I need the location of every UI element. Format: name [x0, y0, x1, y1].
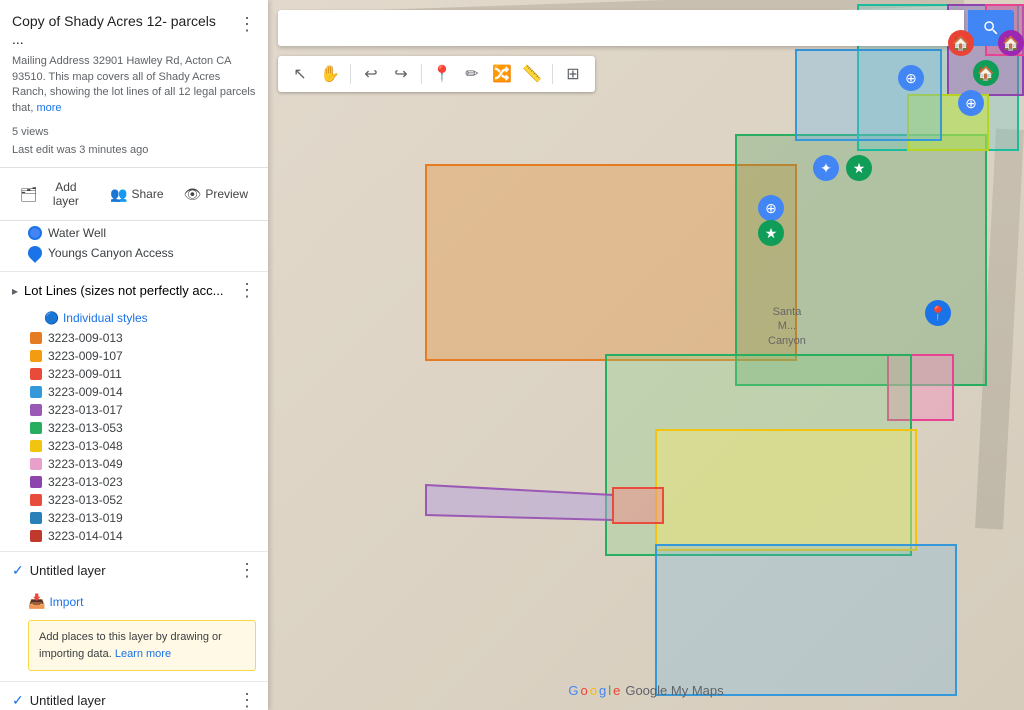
sidebar: Copy of Shady Acres 12- parcels ... ⋮ Ma… — [0, 0, 268, 710]
redo-button[interactable]: ↪ — [387, 60, 415, 88]
well-icon — [28, 226, 42, 240]
list-item[interactable]: 3223-009-107 — [30, 347, 256, 365]
cursor-tool[interactable]: ↖ — [286, 60, 314, 88]
list-item[interactable]: 3223-013-019 — [30, 509, 256, 527]
search-icon — [982, 19, 1000, 37]
map-title: Copy of Shady Acres 12- parcels ... — [12, 12, 230, 48]
list-item[interactable]: 3223-009-013 — [30, 329, 256, 347]
google-watermark: Google Google My Maps — [568, 683, 723, 698]
line-tool[interactable]: ✏ — [458, 60, 486, 88]
map-description: Mailing Address 32901 Hawley Rd, Acton C… — [12, 54, 256, 116]
list-item[interactable]: Water Well — [28, 223, 256, 243]
untitled-layer-1-title: Untitled layer — [30, 563, 106, 578]
untitled-layer-2-header[interactable]: ✓ Untitled layer ⋮ — [0, 682, 268, 710]
lot-lines-header[interactable]: ▸ Lot Lines (sizes not perfectly acc... … — [0, 272, 268, 309]
share-icon: 👥 — [110, 186, 127, 203]
sidebar-toolbar: 🗂 Add layer 👥 Share 👁 Preview — [0, 168, 268, 221]
list-item[interactable]: 3223-014-014 — [30, 527, 256, 545]
list-item[interactable]: 3223-013-017 — [30, 401, 256, 419]
pin-purple-1[interactable]: 🏠 — [998, 30, 1024, 56]
parcel-list: 3223-009-0133223-009-1073223-009-0113223… — [0, 329, 268, 551]
pin-green-1[interactable]: ★ — [846, 155, 872, 181]
untitled-layer-2-title: Untitled layer — [30, 693, 106, 708]
pin-blue-1[interactable]: ✦ — [813, 155, 839, 181]
pin-location[interactable]: 📍 — [925, 300, 951, 326]
pin-blue-3[interactable]: ⊕ — [898, 65, 924, 91]
parcel-color-swatch — [30, 458, 42, 470]
list-item[interactable]: 3223-013-023 — [30, 473, 256, 491]
list-item[interactable]: Youngs Canyon Access — [28, 243, 256, 263]
sidebar-header: Copy of Shady Acres 12- parcels ... ⋮ Ma… — [0, 0, 268, 168]
expand-icon: ▸ — [12, 284, 18, 298]
pin-blue-2[interactable]: ⊕ — [758, 195, 784, 221]
pin-green-2[interactable]: ★ — [758, 220, 784, 246]
search-bar — [278, 10, 1014, 46]
list-item[interactable]: 3223-009-014 — [30, 383, 256, 401]
list-item[interactable]: 3223-013-053 — [30, 419, 256, 437]
import-icon: 📥 — [28, 593, 45, 610]
untitled-layer-2-more-icon[interactable]: ⋮ — [238, 690, 256, 710]
parcel-color-swatch — [30, 350, 42, 362]
share-button[interactable]: 👥 Share — [102, 182, 171, 207]
parcel-color-swatch — [30, 494, 42, 506]
untitled-layer-2: ✓ Untitled layer ⋮ — [0, 682, 268, 710]
learn-more-link[interactable]: Learn more — [115, 648, 171, 660]
parcel-color-swatch — [30, 440, 42, 452]
add-layer-button[interactable]: 🗂 Add layer — [12, 176, 98, 212]
parcel-color-swatch — [30, 404, 42, 416]
layer-2-check-icon: ✓ — [12, 692, 24, 709]
ctrl-separator-3 — [552, 64, 553, 84]
points-list: Water Well Youngs Canyon Access — [0, 221, 268, 271]
list-item[interactable]: 3223-013-049 — [30, 455, 256, 473]
untitled-layer-1-header[interactable]: ✓ Untitled layer ⋮ — [0, 552, 268, 589]
more-link[interactable]: more — [36, 102, 61, 114]
list-item[interactable]: 3223-009-011 — [30, 365, 256, 383]
layer-check-icon: ✓ — [12, 562, 24, 579]
parcel-color-swatch — [30, 476, 42, 488]
add-layer-icon: 🗂 — [20, 186, 38, 203]
info-box: Add places to this layer by drawing or i… — [28, 620, 256, 671]
undo-button[interactable]: ↩ — [357, 60, 385, 88]
map-controls-toolbar: ↖ ✋ ↩ ↪ 📍 ✏ 🔀 📏 ⊞ — [278, 56, 595, 92]
map-label-santa: SantaM...Canyon — [768, 305, 806, 348]
lot-lines-more-icon[interactable]: ⋮ — [238, 280, 256, 301]
parcel-color-swatch — [30, 368, 42, 380]
lot-lines-title: Lot Lines (sizes not perfectly acc... — [24, 283, 223, 298]
measure-tool[interactable]: 📏 — [518, 60, 546, 88]
directions-tool[interactable]: 🔀 — [488, 60, 516, 88]
parcel-color-swatch — [30, 332, 42, 344]
parcel-color-swatch — [30, 386, 42, 398]
search-input[interactable] — [278, 10, 964, 46]
untitled-layer-1: ✓ Untitled layer ⋮ 📥 Import Add places t… — [0, 552, 268, 682]
pin-tool[interactable]: 📍 — [428, 60, 456, 88]
points-layer-section: Water Well Youngs Canyon Access — [0, 221, 268, 272]
more-menu-icon[interactable]: ⋮ — [238, 14, 256, 35]
sidebar-meta: 5 views Last edit was 3 minutes ago — [12, 124, 256, 159]
parcel-color-swatch — [30, 512, 42, 524]
pin-home-1[interactable]: 🏠 — [948, 30, 974, 56]
ctrl-separator-2 — [421, 64, 422, 84]
grid-tool[interactable]: ⊞ — [559, 60, 587, 88]
preview-button[interactable]: 👁 Preview — [176, 182, 256, 207]
sidebar-content: Water Well Youngs Canyon Access ▸ Lot Li… — [0, 221, 268, 710]
parcel-color-swatch — [30, 422, 42, 434]
parcel-color-swatch — [30, 530, 42, 542]
pan-tool[interactable]: ✋ — [316, 60, 344, 88]
untitled-layer-1-more-icon[interactable]: ⋮ — [238, 560, 256, 581]
list-item[interactable]: 3223-013-052 — [30, 491, 256, 509]
styles-icon: 🔵 — [44, 311, 59, 325]
access-icon — [25, 243, 45, 263]
list-item[interactable]: 3223-013-048 — [30, 437, 256, 455]
pin-blue-4[interactable]: ⊕ — [958, 90, 984, 116]
preview-icon: 👁 — [184, 186, 202, 203]
map-area[interactable]: ✦ ★ ⊕ ★ ⊕ 🏠 🏠 🏠 ⊕ 📍 SantaM...Canyon ↖ ✋ — [268, 0, 1024, 710]
import-button[interactable]: 📥 Import — [0, 589, 268, 614]
individual-styles-label[interactable]: 🔵 Individual styles — [0, 309, 268, 329]
parcels-svg — [268, 0, 1024, 710]
ctrl-separator-1 — [350, 64, 351, 84]
lot-lines-section: ▸ Lot Lines (sizes not perfectly acc... … — [0, 272, 268, 552]
pin-home-2[interactable]: 🏠 — [973, 60, 999, 86]
